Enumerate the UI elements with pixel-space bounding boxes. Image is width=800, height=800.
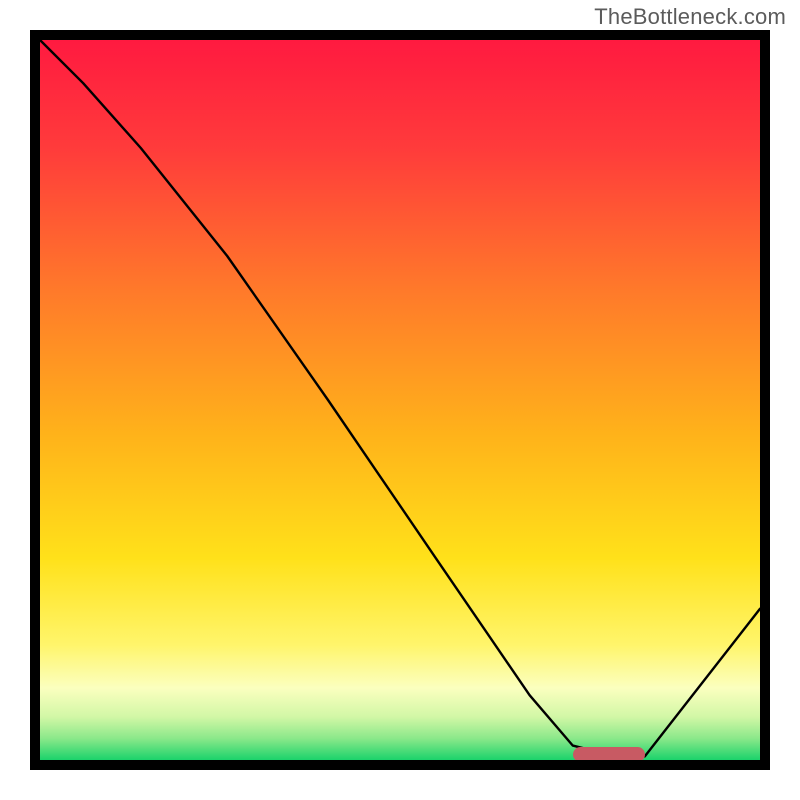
chart-container: TheBottleneck.com — [0, 0, 800, 800]
bottleneck-curve — [40, 40, 760, 756]
plot-area — [40, 40, 760, 760]
chart-frame — [30, 30, 770, 770]
watermark-text: TheBottleneck.com — [594, 4, 786, 30]
curve-layer — [40, 40, 760, 760]
optimal-range-marker — [573, 747, 645, 760]
